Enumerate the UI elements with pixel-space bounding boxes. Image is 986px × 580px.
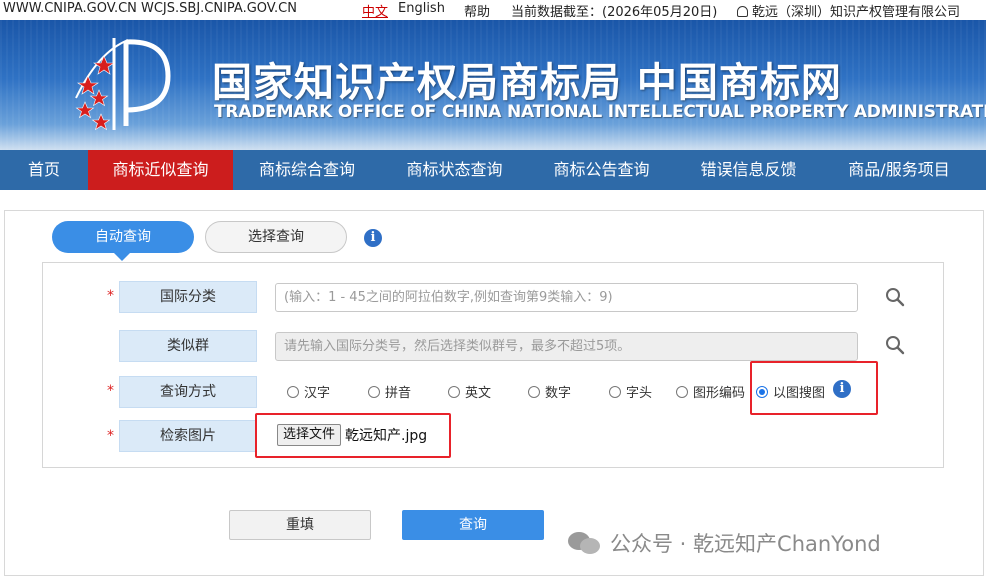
search-icon[interactable] [884, 334, 906, 356]
radio-english[interactable]: 英文 [448, 382, 491, 401]
active-tab-pointer [114, 253, 130, 261]
highlight-box-image-search [750, 361, 878, 415]
radio-initials[interactable]: 字头 [609, 382, 652, 401]
user-name: 乾远（深圳）知识产权管理有限公司 [752, 5, 961, 20]
watermark-text: 公众号 · 乾远知产ChanYond [610, 532, 881, 556]
radio-label: 数字 [545, 386, 572, 401]
search-image-label: 检索图片 [119, 420, 257, 452]
language-english-link[interactable]: English [398, 1, 445, 16]
radio-circle [609, 386, 621, 398]
cnipa-emblem-icon [75, 38, 171, 131]
radio-label: 拼音 [385, 386, 412, 401]
main-navigation: 首页 商标近似查询 商标综合查询 商标状态查询 商标公告查询 错误信息反馈 商品… [0, 150, 986, 190]
highlight-box-file-upload [255, 413, 451, 458]
similar-group-input[interactable]: 请先输入国际分类号，然后选择类似群号，最多不超过5项。 [275, 332, 858, 361]
search-icon[interactable] [884, 286, 906, 308]
radio-circle [528, 386, 540, 398]
radio-figure-code[interactable]: 图形编码 [676, 382, 745, 401]
site-title-english: TRADEMARK OFFICE OF CHINA NATIONAL INTEL… [214, 102, 986, 122]
required-mark: * [107, 383, 114, 399]
intl-class-label: 国际分类 [119, 281, 257, 313]
tab-select-query[interactable]: 选择查询 [205, 221, 347, 253]
user-icon [737, 6, 748, 17]
user-account[interactable]: 乾远（深圳）知识产权管理有限公司 [737, 1, 960, 20]
reset-button[interactable]: 重填 [229, 510, 371, 540]
radio-circle [287, 386, 299, 398]
radio-chinese-characters[interactable]: 汉字 [287, 382, 330, 401]
radio-circle [448, 386, 460, 398]
nav-item-announcement-search[interactable]: 商标公告查询 [528, 150, 675, 190]
nav-item-goods-services[interactable]: 商品/服务项目 [822, 150, 976, 190]
help-link[interactable]: 帮助 [464, 1, 490, 20]
radio-label: 字头 [626, 386, 653, 401]
radio-number[interactable]: 数字 [528, 382, 571, 401]
site-links[interactable]: WWW.CNIPA.GOV.CN WCJS.SBJ.CNIPA.GOV.CN [3, 1, 297, 16]
wechat-icon [568, 530, 602, 556]
nav-item-home[interactable]: 首页 [0, 150, 88, 190]
radio-pinyin[interactable]: 拼音 [368, 382, 411, 401]
nav-item-comprehensive-search[interactable]: 商标综合查询 [233, 150, 381, 190]
top-utility-bar: WWW.CNIPA.GOV.CN WCJS.SBJ.CNIPA.GOV.CN 中… [0, 0, 986, 20]
nav-item-similar-search[interactable]: 商标近似查询 [88, 150, 233, 190]
query-method-label: 查询方式 [119, 376, 257, 408]
nav-item-error-feedback[interactable]: 错误信息反馈 [675, 150, 822, 190]
site-title-chinese: 国家知识产权局商标局 中国商标网 [212, 60, 842, 106]
info-icon[interactable]: i [364, 229, 382, 247]
tab-auto-query[interactable]: 自动查询 [52, 221, 194, 253]
language-chinese-link[interactable]: 中文 [362, 1, 388, 20]
required-mark: * [107, 288, 114, 304]
intl-class-input[interactable]: (输入：1 - 45之间的阿拉伯数字,例如查询第9类输入：9) [275, 283, 858, 312]
nav-item-status-search[interactable]: 商标状态查询 [381, 150, 528, 190]
watermark: 公众号 · 乾远知产ChanYond [568, 528, 881, 558]
data-date-text: 当前数据截至：(2026年05月20日) [511, 5, 718, 20]
query-button[interactable]: 查询 [402, 510, 544, 540]
similar-group-label: 类似群 [119, 330, 257, 362]
radio-label: 英文 [465, 386, 492, 401]
site-banner: 国家知识产权局商标局 中国商标网 TRADEMARK OFFICE OF CHI… [0, 20, 986, 150]
radio-label: 图形编码 [693, 386, 746, 401]
radio-circle [676, 386, 688, 398]
radio-label: 汉字 [304, 386, 331, 401]
required-mark: * [107, 428, 114, 444]
radio-circle [368, 386, 380, 398]
